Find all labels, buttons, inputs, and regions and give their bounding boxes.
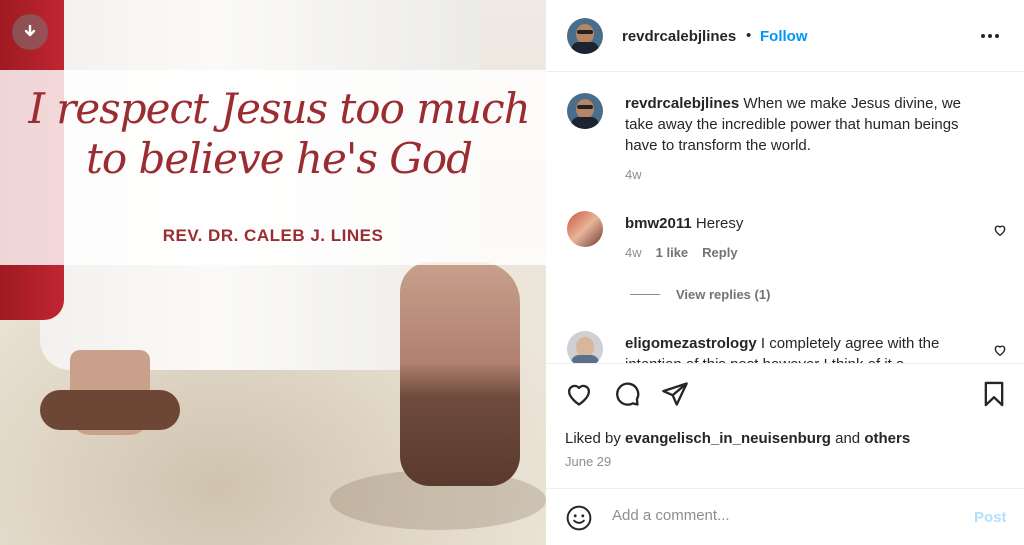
comment-likes[interactable]: 1 like bbox=[656, 245, 689, 260]
header-username[interactable]: revdrcalebjlines bbox=[622, 28, 736, 45]
caption-username[interactable]: revdrcalebjlines bbox=[625, 95, 739, 112]
likes-prefix: Liked by bbox=[565, 430, 621, 447]
comment-meta: 4w 1 like Reply bbox=[625, 245, 738, 260]
view-replies-label: View replies (1) bbox=[676, 287, 771, 302]
download-button[interactable] bbox=[12, 14, 48, 50]
avatar[interactable] bbox=[567, 211, 603, 247]
comment-input[interactable] bbox=[612, 507, 952, 524]
comment-icon[interactable] bbox=[613, 380, 641, 408]
comment-text: bmw2011 Heresy bbox=[625, 213, 985, 234]
follow-button[interactable]: Follow bbox=[760, 28, 808, 45]
post-button[interactable]: Post bbox=[974, 509, 1007, 526]
separator-dot: • bbox=[746, 27, 752, 44]
avatar[interactable] bbox=[567, 93, 603, 129]
comments-list[interactable]: revdrcalebjlines When we make Jesus divi… bbox=[546, 73, 1024, 363]
comment-username[interactable]: eligomezastrology bbox=[625, 335, 757, 352]
heart-icon[interactable] bbox=[993, 343, 1007, 357]
divider-line bbox=[630, 294, 660, 295]
caption-meta: 4w bbox=[625, 167, 642, 182]
caption-text: revdrcalebjlines When we make Jesus divi… bbox=[625, 93, 985, 156]
post-image[interactable]: I respect Jesus too much to believe he's… bbox=[0, 0, 546, 545]
quote-author: REV. DR. CALEB J. LINES bbox=[162, 226, 384, 245]
share-icon[interactable] bbox=[661, 380, 689, 408]
comment-age[interactable]: 4w bbox=[625, 245, 642, 260]
more-options-button[interactable] bbox=[978, 24, 1002, 48]
bookmark-icon[interactable] bbox=[980, 380, 1008, 408]
post-date[interactable]: June 29 bbox=[565, 454, 611, 469]
likes-others[interactable]: others bbox=[864, 430, 910, 447]
heart-icon[interactable] bbox=[993, 223, 1007, 237]
comment-text: eligomezastrology I completely agree wit… bbox=[625, 333, 985, 363]
action-bar bbox=[546, 363, 1024, 423]
right-foot-sandal bbox=[400, 262, 520, 486]
caption-age[interactable]: 4w bbox=[625, 167, 642, 182]
more-options-icon bbox=[981, 34, 999, 38]
liker-username[interactable]: evangelisch_in_neuisenburg bbox=[625, 430, 831, 447]
reply-button[interactable]: Reply bbox=[702, 245, 737, 260]
likes-joiner: and bbox=[835, 430, 861, 447]
quote-text: I respect Jesus too much to believe he's… bbox=[14, 84, 544, 184]
post-header: revdrcalebjlines • Follow bbox=[546, 0, 1024, 72]
comment-body: Heresy bbox=[695, 215, 744, 232]
left-sandal bbox=[40, 390, 180, 430]
emoji-icon[interactable] bbox=[566, 505, 592, 531]
avatar[interactable] bbox=[567, 331, 603, 363]
likes-summary: Liked by evangelisch_in_neuisenburg and … bbox=[565, 430, 910, 447]
comment-username[interactable]: bmw2011 bbox=[625, 215, 692, 232]
quote-line-1: I respect Jesus too much bbox=[28, 84, 530, 133]
post-panel: revdrcalebjlines • Follow revdrcalebjlin… bbox=[546, 0, 1024, 545]
download-arrow-icon bbox=[24, 24, 36, 37]
view-replies-button[interactable]: View replies (1) bbox=[630, 287, 770, 302]
add-comment-bar: Post bbox=[546, 488, 1024, 545]
heart-icon[interactable] bbox=[565, 380, 593, 408]
quote-line-2: to believe he's God bbox=[86, 134, 473, 183]
avatar[interactable] bbox=[567, 18, 603, 54]
